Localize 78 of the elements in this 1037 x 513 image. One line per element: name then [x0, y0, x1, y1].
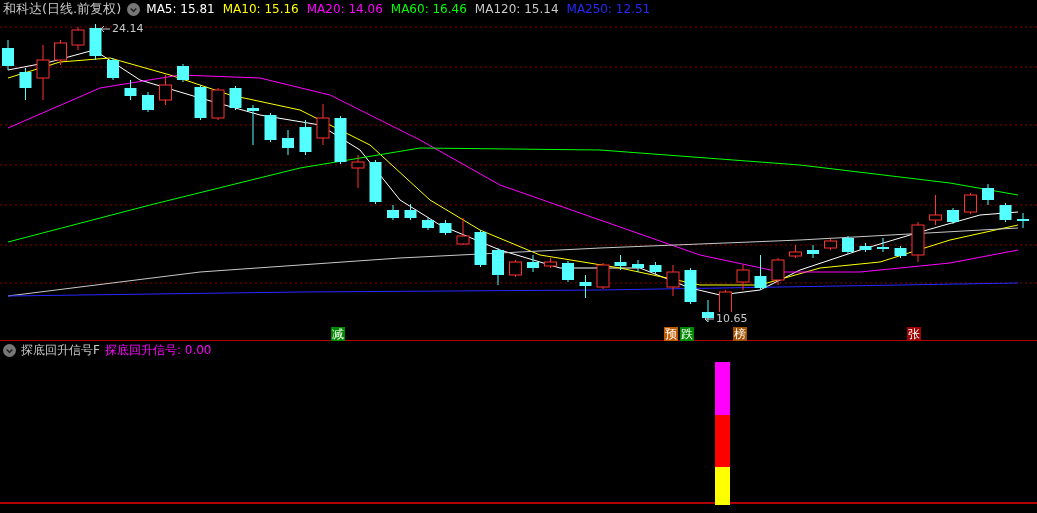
- candlestick: [911, 221, 925, 263]
- candlestick: [754, 254, 767, 291]
- candlestick: [54, 39, 67, 66]
- candlestick: [89, 23, 102, 61]
- candlestick: [649, 261, 662, 275]
- candlestick: [894, 245, 907, 259]
- signal-tag: 跌: [680, 327, 694, 341]
- candlestick: [404, 203, 417, 221]
- arrow-icon: [100, 24, 110, 33]
- candlestick: [877, 237, 889, 253]
- signal-tag: 榜: [733, 327, 747, 341]
- moving-average-value: MA5: 15.81: [146, 2, 215, 16]
- signal-tag: 减: [331, 327, 345, 341]
- candlestick: [929, 194, 942, 226]
- candlestick: [456, 217, 470, 246]
- candlestick: [842, 235, 854, 255]
- candlestick: [527, 254, 539, 273]
- moving-average-value: MA250: 12.51: [566, 2, 651, 16]
- candlestick: [387, 204, 399, 221]
- candlestick: [282, 129, 294, 156]
- candlestick: [264, 112, 277, 143]
- candlestick: [369, 159, 382, 205]
- candlestick: [492, 247, 504, 286]
- candlestick: [159, 74, 172, 106]
- candlestick: [124, 79, 137, 101]
- candlestick: [596, 262, 610, 290]
- candlestick: [247, 104, 259, 146]
- moving-average-value: MA60: 16.46: [390, 2, 467, 16]
- moving-average-value: MA120: 15.14: [474, 2, 559, 16]
- candlestick: [982, 183, 994, 206]
- candlestick: [351, 154, 365, 189]
- candlestick: [177, 63, 189, 83]
- indicator-value: 探底回升信号: 0.00: [104, 341, 212, 359]
- candlestick: [299, 119, 312, 156]
- candlestick: [544, 257, 557, 269]
- candlestick: [334, 115, 347, 165]
- candlestick: [474, 229, 487, 268]
- candlestick: [562, 260, 574, 283]
- candlestick: [702, 299, 714, 323]
- indicator-title: 探底回升信号F: [21, 341, 100, 359]
- candlestick: [771, 257, 785, 286]
- candlestick: [614, 254, 627, 271]
- signal-tag: 预: [664, 327, 678, 341]
- dropdown-icon[interactable]: [127, 2, 141, 16]
- candlestick: [19, 67, 32, 101]
- candlestick: [439, 219, 452, 236]
- candlestick: [684, 267, 697, 305]
- candlestick: [316, 103, 330, 146]
- candlestick: [999, 202, 1012, 223]
- signal-tag: 张: [907, 327, 921, 341]
- candlestick: [789, 244, 802, 259]
- candlestick: [1017, 212, 1029, 229]
- candlestick: [736, 264, 750, 291]
- moving-average-value: MA10: 15.16: [222, 2, 299, 16]
- candlestick: [807, 244, 819, 259]
- low-price-label: 10.65: [716, 312, 748, 325]
- candlestick: [859, 242, 872, 253]
- candlestick: [824, 238, 837, 251]
- candlestick: [632, 259, 644, 273]
- dropdown-icon[interactable]: [3, 343, 16, 357]
- candlestick: [71, 26, 85, 51]
- candlestick: [194, 84, 207, 121]
- candlestick: [509, 259, 522, 278]
- candlestick: [964, 192, 977, 215]
- chart-title: 和科达(日线.前复权): [3, 0, 122, 18]
- candlestick: [36, 44, 50, 101]
- candlestick: [107, 57, 119, 81]
- candlestick: [211, 87, 225, 121]
- candlestick: [947, 207, 959, 225]
- arrow-icon: [704, 314, 714, 323]
- moving-average-value: MA20: 14.06: [306, 2, 383, 16]
- candlestick: [142, 91, 154, 113]
- candlestick: [2, 39, 14, 71]
- candlestick: [229, 85, 242, 111]
- high-price-label: 24.14: [112, 22, 144, 35]
- candlestick: [422, 217, 434, 231]
- candlestick: [579, 274, 592, 299]
- candlestick: [666, 264, 680, 297]
